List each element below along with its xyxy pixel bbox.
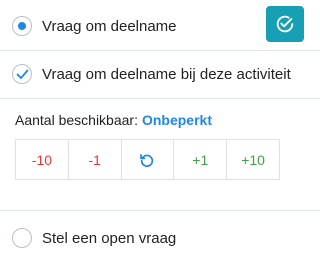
minus-1-button[interactable]: -1 — [68, 140, 122, 179]
availability-value[interactable]: Onbeperkt — [142, 112, 212, 128]
quantity-stepper: -10 -1 +1 +10 — [15, 139, 280, 180]
reset-button[interactable] — [121, 140, 175, 179]
open-question-option[interactable]: Stel een open vraag — [12, 228, 176, 248]
plus-10-button[interactable]: +10 — [227, 140, 279, 179]
open-question-radio[interactable] — [12, 228, 32, 248]
request-participation-activity-checkbox[interactable] — [12, 64, 32, 84]
availability-row: Aantal beschikbaar: Onbeperkt — [15, 112, 212, 128]
open-question-label: Stel een open vraag — [42, 229, 177, 247]
plus-1-button[interactable]: +1 — [174, 140, 228, 179]
minus-10-button[interactable]: -10 — [16, 140, 69, 179]
check-circle-icon — [276, 15, 294, 33]
participation-panel: Vraag om deelname Vraag om deelname bij … — [0, 0, 320, 267]
reset-icon — [140, 153, 154, 167]
confirm-button[interactable] — [266, 6, 304, 42]
divider — [0, 210, 320, 211]
divider — [0, 50, 320, 51]
availability-label: Aantal beschikbaar: — [15, 112, 138, 128]
request-participation-radio[interactable] — [12, 16, 32, 36]
request-participation-activity-option[interactable]: Vraag om deelname bij deze activiteit — [12, 64, 291, 84]
checkmark-icon — [16, 69, 29, 79]
request-participation-label: Vraag om deelname — [42, 17, 177, 35]
request-participation-option[interactable]: Vraag om deelname — [12, 16, 177, 36]
divider — [0, 98, 320, 99]
request-participation-activity-label: Vraag om deelname bij deze activiteit — [42, 65, 291, 83]
